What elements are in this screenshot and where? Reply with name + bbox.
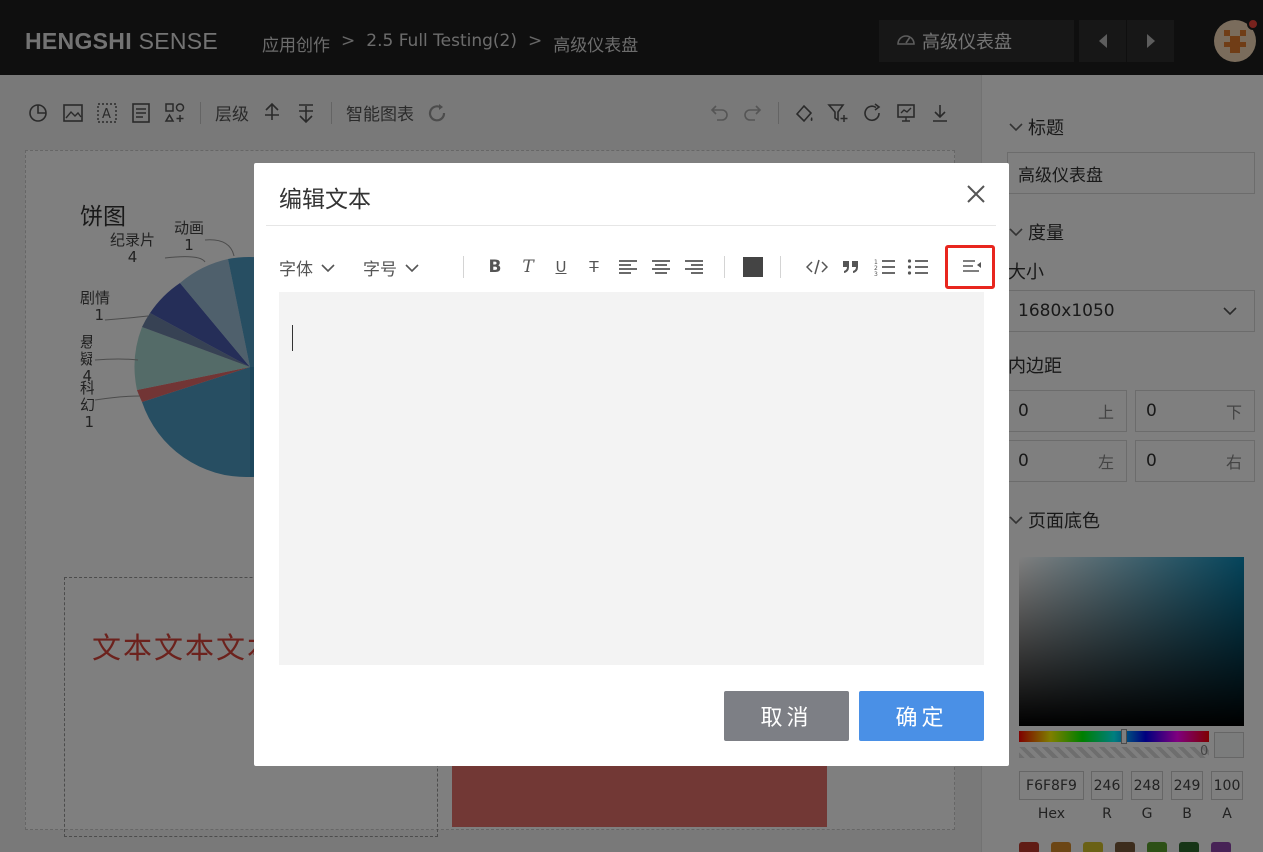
- strikethrough-icon: T: [589, 258, 599, 276]
- toolbar-divider: [724, 256, 725, 278]
- bold-icon: B: [488, 257, 502, 277]
- strikethrough-button[interactable]: T: [581, 254, 607, 280]
- align-left-button[interactable]: [615, 254, 641, 280]
- dialog-title: 编辑文本: [279, 187, 371, 213]
- text-caret: [292, 325, 293, 351]
- dialog-divider: [266, 225, 996, 226]
- ordered-list-icon: 123: [874, 259, 895, 276]
- italic-icon: T: [522, 257, 534, 277]
- ordered-list-button[interactable]: 123: [872, 254, 898, 280]
- font-family-dropdown[interactable]: 字体: [279, 255, 335, 280]
- italic-button[interactable]: T: [515, 254, 541, 280]
- svg-text:3: 3: [874, 271, 878, 276]
- font-size-dropdown[interactable]: 字号: [363, 255, 419, 280]
- highlight-box: [945, 245, 995, 289]
- unordered-list-button[interactable]: [905, 254, 931, 280]
- close-button[interactable]: [961, 179, 991, 209]
- close-icon: [967, 185, 985, 203]
- chevron-down-icon: [321, 263, 335, 272]
- code-icon: [806, 259, 828, 275]
- confirm-button[interactable]: 确定: [859, 691, 984, 741]
- align-center-button[interactable]: [648, 254, 674, 280]
- rich-text-editor[interactable]: [279, 292, 984, 665]
- chevron-down-icon: [405, 263, 419, 272]
- text-color-icon: [743, 257, 763, 277]
- bold-button[interactable]: B: [482, 254, 508, 280]
- editor-toolbar: 字体 字号 B T U T 123: [279, 247, 994, 287]
- quote-button[interactable]: [838, 254, 864, 280]
- text-color-button[interactable]: [740, 254, 766, 280]
- toolbar-divider: [463, 256, 464, 278]
- align-left-icon: [619, 260, 637, 274]
- align-right-button[interactable]: [681, 254, 707, 280]
- align-right-icon: [685, 260, 703, 274]
- align-center-icon: [652, 260, 670, 274]
- quote-icon: [843, 261, 858, 273]
- cancel-button[interactable]: 取消: [724, 691, 849, 741]
- code-button[interactable]: [804, 254, 830, 280]
- underline-icon: U: [555, 258, 567, 276]
- underline-button[interactable]: U: [548, 254, 574, 280]
- unordered-list-icon: [907, 259, 928, 275]
- toolbar-divider: [780, 256, 781, 278]
